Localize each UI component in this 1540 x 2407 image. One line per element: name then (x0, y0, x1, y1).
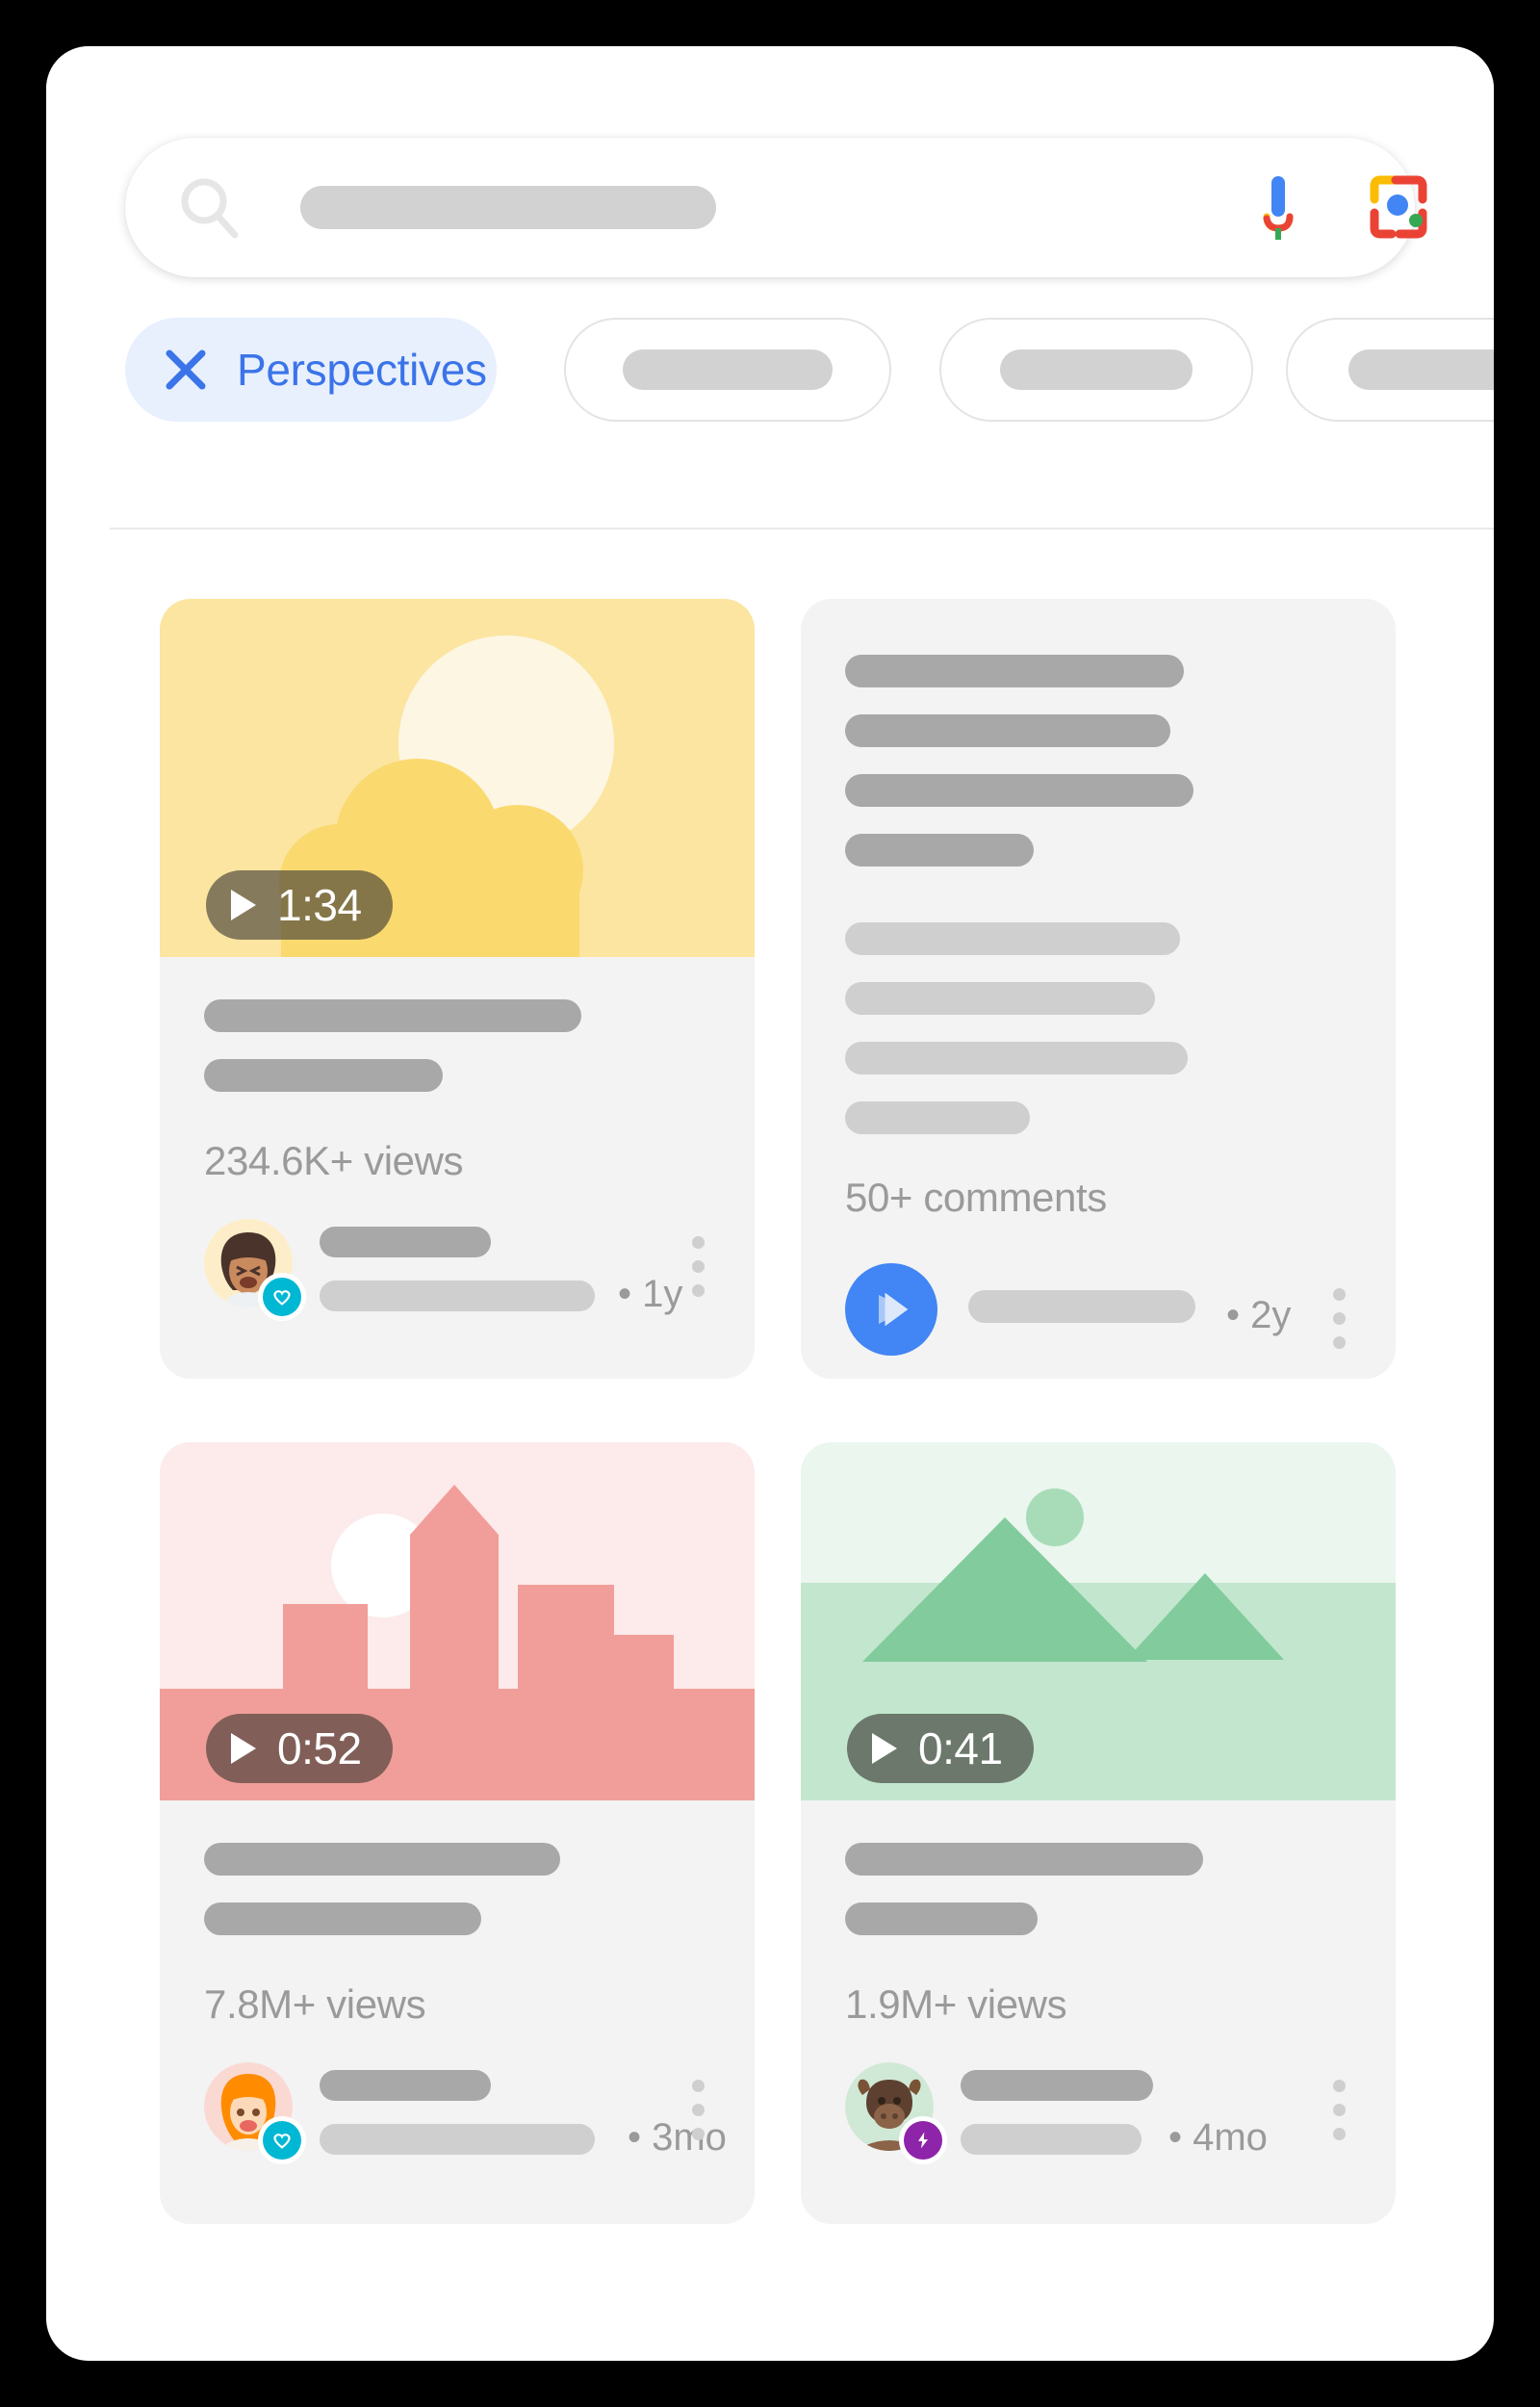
text-line (845, 1101, 1030, 1134)
view-count: 234.6K+ views (204, 1138, 464, 1183)
author-line (968, 1290, 1195, 1323)
text-line (845, 922, 1180, 955)
mic-icon[interactable] (1251, 172, 1305, 244)
video-duration-badge: 1:34 (206, 870, 393, 940)
text-skeleton (801, 599, 1396, 1134)
title-placeholder-line (204, 1843, 560, 1876)
filter-chips-row[interactable]: Perspectives (46, 308, 1494, 443)
author-placeholder (961, 2070, 1153, 2155)
card-body: 7.8M+ views • 3mo (160, 1843, 755, 2164)
text-line (845, 1042, 1188, 1074)
author-line (961, 2124, 1142, 2155)
chip-placeholder (623, 349, 833, 390)
search-bar[interactable] (125, 138, 1427, 277)
chip-filter-1[interactable] (564, 318, 891, 422)
chip-filter-3[interactable] (1286, 318, 1494, 422)
play-triangle-icon (231, 1733, 256, 1764)
view-count: 1.9M+ views (845, 1981, 1067, 2027)
google-play-icon[interactable] (845, 1263, 937, 1356)
more-vertical-icon[interactable] (1333, 2080, 1346, 2140)
result-card[interactable]: 1:34 234.6K+ views • 1y (160, 599, 755, 1379)
text-line (845, 714, 1170, 747)
card-body: 1.9M+ views • 4mo (801, 1843, 1396, 2164)
author-line (320, 1281, 595, 1311)
card-body: • 2y (801, 1263, 1396, 1363)
text-line (845, 774, 1194, 807)
chip-label-perspectives: Perspectives (237, 345, 487, 395)
badge-circle (263, 2121, 301, 2160)
card-meta-row: • 2y (845, 1263, 1351, 1363)
author-placeholder (968, 1290, 1195, 1323)
duration-text: 1:34 (277, 880, 362, 930)
play-triangle-icon (872, 1733, 897, 1764)
card-meta-row: • 4mo (845, 2062, 1351, 2164)
timestamp: • 4mo (1168, 2116, 1268, 2159)
timestamp: • 3mo (628, 2116, 727, 2159)
lightning-badge (899, 2116, 947, 2164)
google-lens-icon[interactable] (1367, 174, 1436, 244)
phone-frame: Perspectives 1:34 234.6K+ views • 1y 50+… (46, 46, 1494, 2361)
heart-verified-badge (258, 2116, 306, 2164)
search-icon (177, 174, 244, 242)
text-line (845, 982, 1155, 1015)
author-line (961, 2070, 1153, 2101)
city-skyline-illustration: 0:52 (160, 1442, 755, 1800)
mountains-illustration: 0:41 (801, 1442, 1396, 1800)
card-body: 234.6K+ views • 1y (160, 999, 755, 1321)
chip-placeholder (1000, 349, 1193, 390)
title-placeholder-line (845, 1902, 1038, 1935)
heart-verified-badge (258, 1273, 306, 1321)
more-vertical-icon[interactable] (1333, 1288, 1346, 1349)
search-input[interactable] (300, 186, 716, 229)
more-vertical-icon[interactable] (692, 1236, 705, 1297)
author-line (320, 1227, 491, 1257)
result-card[interactable]: 50+ comments • 2y (801, 599, 1396, 1379)
title-placeholder-line (204, 999, 581, 1032)
video-duration-badge: 0:52 (206, 1714, 393, 1783)
author-line (320, 2070, 491, 2101)
timestamp: • 2y (1226, 1294, 1292, 1336)
result-card[interactable]: 0:52 7.8M+ views • 3mo (160, 1442, 755, 2224)
title-placeholder-line (204, 1059, 443, 1092)
author-line (320, 2124, 595, 2155)
title-placeholder-line (845, 1843, 1203, 1876)
text-line (845, 834, 1034, 867)
author-placeholder (320, 1227, 595, 1311)
timestamp: • 1y (618, 1273, 683, 1315)
result-card[interactable]: 0:41 1.9M+ views • 4mo (801, 1442, 1396, 2224)
duration-text: 0:41 (918, 1723, 1003, 1773)
view-count: 7.8M+ views (204, 1981, 426, 2027)
title-placeholder-line (204, 1902, 481, 1935)
chip-placeholder (1348, 349, 1494, 390)
play-triangle-icon (231, 890, 256, 920)
card-meta-row: • 1y (204, 1219, 710, 1321)
comment-count: 50+ comments (845, 1175, 1107, 1220)
card-meta-row: • 3mo (204, 2062, 727, 2164)
author-placeholder (320, 2070, 595, 2155)
duration-text: 0:52 (277, 1723, 362, 1773)
header-divider (110, 528, 1494, 530)
sun-clouds-illustration: 1:34 (160, 599, 755, 957)
badge-circle (263, 1278, 301, 1316)
badge-circle (904, 2121, 942, 2160)
more-vertical-icon[interactable] (692, 2080, 705, 2140)
close-x-icon[interactable] (162, 346, 210, 394)
chip-filter-2[interactable] (939, 318, 1253, 422)
video-duration-badge: 0:41 (847, 1714, 1034, 1783)
chip-perspectives[interactable]: Perspectives (125, 318, 497, 422)
text-line (845, 655, 1184, 687)
